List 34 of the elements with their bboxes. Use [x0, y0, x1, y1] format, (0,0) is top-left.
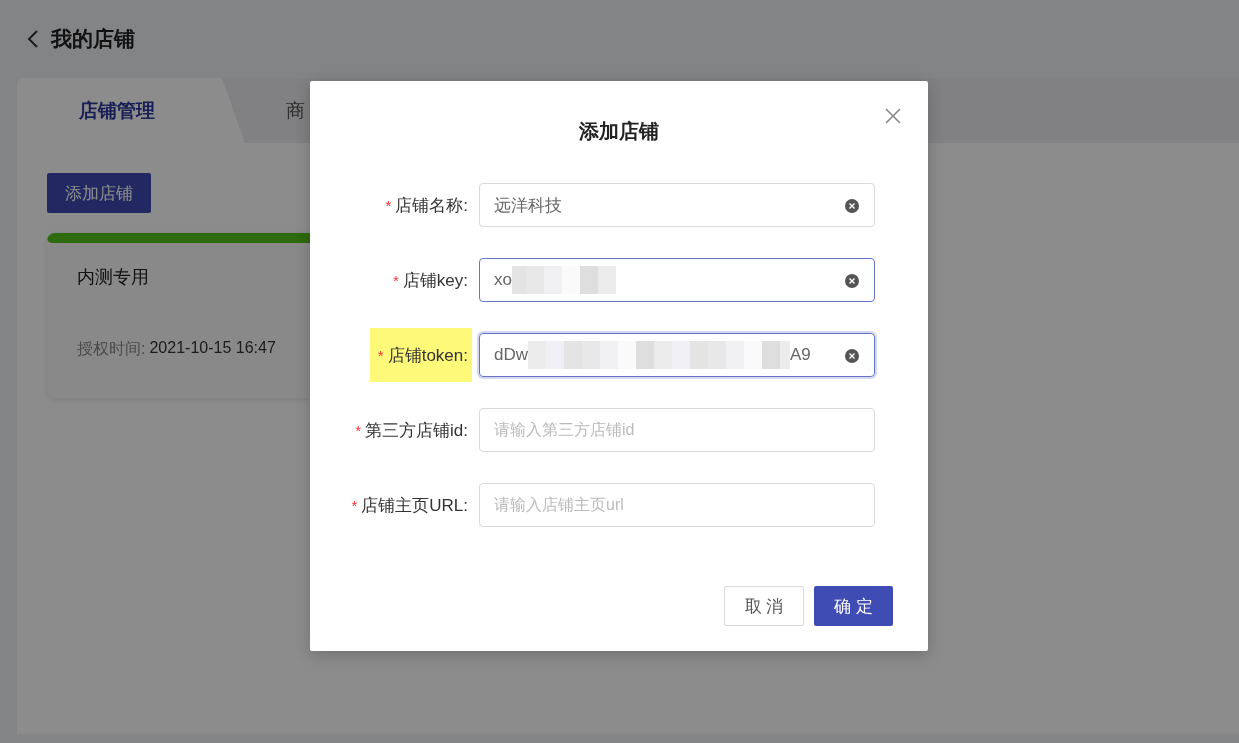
tab[interactable]: 店铺管理 [17, 78, 245, 143]
required-asterisk: * [351, 496, 358, 514]
field-label: 店铺主页URL: [361, 494, 468, 517]
back-icon[interactable] [27, 29, 39, 49]
input-field[interactable]: 远洋科技 [479, 183, 875, 227]
input-field[interactable]: dDw A9 [479, 333, 875, 377]
confirm-button[interactable]: 确 定 [814, 586, 893, 626]
field-value: dDw [494, 345, 528, 365]
field-value: 远洋科技 [494, 194, 562, 217]
field-value: xo [494, 270, 512, 290]
close-icon[interactable] [885, 108, 901, 124]
placeholder-text: 请输入店铺主页url [494, 494, 624, 515]
placeholder-text: 请输入第三方店铺id [494, 419, 635, 440]
tab[interactable]: 商 [245, 78, 305, 143]
store-name: 内测专用 [77, 266, 149, 289]
field-label: 第三方店铺id: [365, 419, 468, 442]
input-field[interactable]: xo [479, 258, 875, 302]
clear-icon[interactable] [845, 349, 859, 363]
required-asterisk: * [377, 346, 384, 364]
cancel-button[interactable]: 取 消 [724, 586, 804, 626]
required-asterisk: * [392, 271, 399, 289]
auth-time: 2021-10-15 16:47 [149, 339, 276, 358]
required-asterisk: * [385, 196, 392, 214]
field-value: A9 [790, 345, 811, 365]
page-title: 我的店铺 [51, 26, 135, 52]
clear-icon[interactable] [845, 274, 859, 288]
add-store-button[interactable]: 添加店铺 [47, 173, 151, 213]
required-asterisk: * [355, 421, 362, 439]
field-label: 店铺key: [402, 269, 468, 292]
clear-icon[interactable] [845, 199, 859, 213]
dialog-title: 添加店铺 [579, 119, 659, 144]
field-label: 店铺token: [387, 344, 468, 367]
auth-label: 授权时间: [77, 339, 146, 359]
field-label: 店铺名称: [395, 194, 468, 217]
